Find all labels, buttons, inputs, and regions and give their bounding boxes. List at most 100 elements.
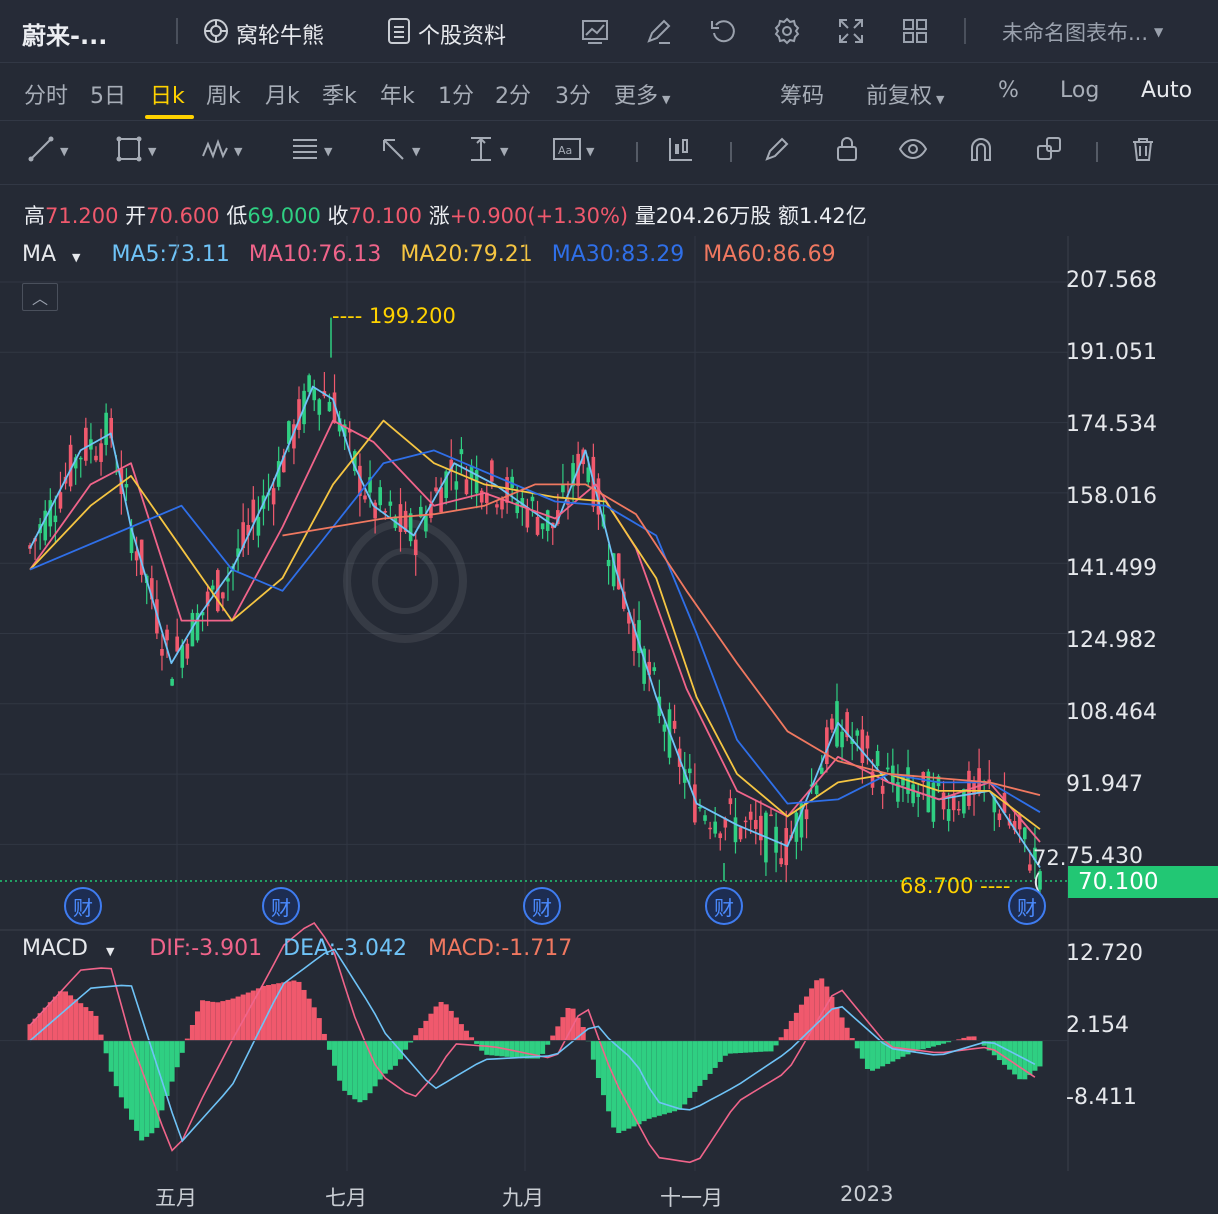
chips-button[interactable]: 筹码	[780, 78, 824, 110]
macd-bar	[915, 1040, 921, 1050]
macd-bar	[870, 1040, 876, 1071]
clone-tool[interactable]	[1034, 136, 1064, 166]
macd-bar	[225, 999, 231, 1041]
candle-body	[464, 479, 469, 495]
candle-body	[535, 516, 540, 535]
brush-tool[interactable]	[762, 136, 792, 166]
chevron-down-icon: ▼	[662, 93, 671, 106]
measure-tool[interactable]: ▼	[466, 136, 508, 166]
macd-bar	[814, 980, 820, 1041]
chart-type-icon[interactable]	[580, 16, 610, 46]
macd-bar	[1027, 1040, 1033, 1076]
high-marker: ---- 199.200	[332, 304, 456, 328]
candle-body	[962, 789, 966, 814]
tab-period-8[interactable]: 2分	[495, 78, 531, 110]
chevron-down-icon: ▼	[936, 93, 945, 106]
tab-period-7[interactable]: 1分	[438, 78, 474, 110]
template-dropdown[interactable]: 未命名图表布... ▼	[1002, 17, 1163, 47]
fullscreen-icon[interactable]	[836, 16, 866, 46]
candle-body	[454, 481, 459, 490]
auto-button[interactable]: Auto	[1141, 78, 1192, 103]
candle-body	[708, 827, 712, 830]
macd-bar	[220, 1001, 226, 1041]
candle-body	[185, 643, 190, 659]
edit-icon[interactable]	[644, 16, 674, 46]
settings-gear-icon[interactable]	[772, 16, 802, 46]
price-axis-label: 141.499	[1066, 556, 1157, 581]
macd-bar	[783, 1029, 789, 1041]
tab-period-3[interactable]: 周k	[206, 78, 241, 110]
text-tool[interactable]: Aa ▼	[552, 136, 594, 166]
fib-tool[interactable]: ▼	[290, 136, 332, 166]
candle-body	[312, 388, 317, 401]
earnings-badge[interactable]: 财	[1008, 887, 1046, 925]
adjust-dropdown[interactable]: 前复权 ▼	[866, 78, 944, 110]
layout-grid-icon[interactable]	[900, 16, 930, 46]
macd-bar	[342, 1040, 348, 1091]
trend-line-icon	[26, 134, 56, 168]
log-button[interactable]: Log	[1060, 78, 1099, 103]
pattern-tool[interactable]: ▼	[200, 136, 242, 166]
macd-bar	[260, 985, 266, 1041]
stock-info-button[interactable]: 个股资料	[386, 17, 506, 51]
earnings-badge[interactable]: 财	[523, 887, 561, 925]
candle-body	[165, 629, 169, 641]
earnings-badge[interactable]: 财	[705, 887, 743, 925]
lock-tool[interactable]	[832, 136, 862, 166]
visibility-tool[interactable]	[898, 136, 928, 166]
macd-bar	[656, 1040, 662, 1116]
macd-bar	[139, 1040, 145, 1141]
macd-bar	[971, 1036, 977, 1041]
macd-bar	[337, 1040, 343, 1081]
macd-bar	[1007, 1040, 1013, 1070]
candle-body	[759, 815, 763, 841]
line-tool[interactable]: ▼	[26, 136, 68, 166]
tab-period-9[interactable]: 3分	[555, 78, 591, 110]
tab-period-6[interactable]: 年k	[380, 78, 415, 110]
kline-chart[interactable]	[0, 236, 1218, 1214]
macd-bar	[118, 1040, 124, 1098]
tab-period-0[interactable]: 分时	[24, 78, 68, 110]
close-value: 70.100	[348, 204, 422, 228]
pencil-icon	[762, 134, 792, 168]
macd-bar	[73, 999, 79, 1041]
wolun-button[interactable]: 窝轮牛熊	[202, 17, 324, 51]
macd-selector[interactable]: MACD ▼	[22, 936, 128, 961]
macd-bar	[1001, 1040, 1007, 1065]
earnings-badge[interactable]: 财	[64, 887, 102, 925]
shape-tool[interactable]: ▼	[114, 136, 156, 166]
tab-period-5[interactable]: 季k	[322, 78, 357, 110]
candle-body	[413, 539, 418, 555]
stock-title[interactable]: 蔚来-...	[22, 16, 107, 51]
percent-button[interactable]: %	[998, 78, 1019, 103]
candle-body	[814, 785, 819, 795]
arrow-tool[interactable]: ▼	[378, 136, 420, 166]
macd-bar	[113, 1040, 119, 1087]
candle-body	[830, 718, 834, 730]
candle-body	[698, 806, 702, 809]
macd-bar	[763, 1040, 769, 1052]
macd-bar	[83, 1007, 89, 1041]
refresh-icon[interactable]	[708, 16, 738, 46]
earnings-badge[interactable]: 财	[262, 887, 300, 925]
candle-body	[743, 820, 748, 823]
delete-tool[interactable]	[1128, 136, 1158, 166]
magnet-tool[interactable]	[966, 136, 996, 166]
candle-body	[753, 819, 758, 829]
macd-bar	[935, 1040, 941, 1046]
candle-body	[99, 443, 103, 462]
macd-bar	[905, 1040, 911, 1055]
more-periods-dropdown[interactable]: 更多 ▼	[614, 78, 670, 110]
macd-bar	[778, 1037, 784, 1041]
candle-tool[interactable]	[666, 136, 696, 166]
tab-period-2[interactable]: 日k	[150, 78, 185, 110]
macd-bar	[68, 995, 74, 1041]
tab-period-4[interactable]: 月k	[265, 78, 300, 110]
wolun-icon	[202, 17, 230, 51]
macd-bar	[1037, 1040, 1043, 1067]
macd-bar	[438, 1001, 444, 1041]
candle-body	[779, 858, 783, 865]
tab-period-1[interactable]: 5日	[90, 78, 126, 110]
candle-body	[408, 513, 413, 542]
ma-line-ma5	[29, 385, 1041, 868]
